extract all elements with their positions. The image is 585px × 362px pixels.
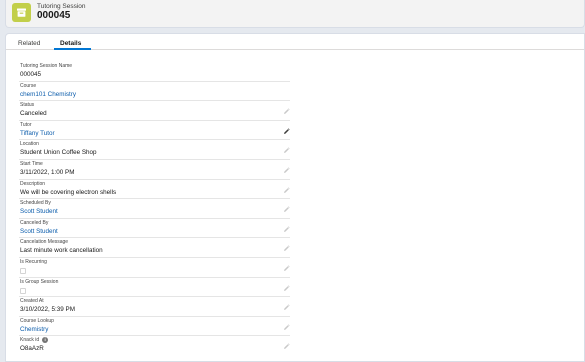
field-value-knack-id: O8aAzR: [20, 345, 44, 353]
edit-pencil-icon[interactable]: [283, 304, 290, 311]
field-value-cancelation-message: Last minute work cancellation: [20, 247, 103, 255]
info-icon[interactable]: i: [42, 337, 49, 344]
field-value-course[interactable]: chem101 Chemistry: [20, 91, 76, 98]
field-value-created-at: 3/10/2022, 5:39 PM: [20, 306, 75, 314]
field-tutor: Tutor Tiffany Tutor: [19, 121, 290, 141]
field-is-group-session: Is Group Session: [19, 278, 290, 298]
field-label-canceled-by: Canceled By: [20, 220, 48, 226]
field-value-description: We will be covering electron shells: [20, 188, 117, 196]
field-label-start-time: Start Time: [20, 161, 43, 167]
field-label-text: Is Group Session: [20, 278, 59, 285]
field-label-description: Description: [20, 181, 45, 187]
field-scheduled-by: Scheduled By Scott Student: [19, 199, 290, 219]
field-cancelation-message: Cancelation Message Last minute work canc…: [19, 238, 290, 258]
field-created-at: Created At 3/10/2022, 5:39 PM: [19, 297, 290, 317]
field-label-text: Scheduled By: [20, 200, 51, 207]
field-label-text: Tutor: [20, 121, 32, 128]
field-value-start-time: 3/11/2022, 1:00 PM: [20, 168, 75, 176]
field-label-text: Cancelation Message: [20, 239, 69, 246]
field-label-created-at: Created At: [20, 298, 44, 304]
field-start-time: Start Time 3/11/2022, 1:00 PM: [19, 160, 290, 180]
field-label-text: Course Lookup: [20, 317, 54, 324]
field-course-lookup: Course Lookup Chemistry: [19, 317, 290, 337]
field-label-text: Tutoring Session Name: [20, 63, 73, 69]
field-canceled-by: Canceled By Scott Student: [19, 219, 290, 239]
edit-pencil-icon[interactable]: [283, 206, 290, 213]
field-location: Location Student Union Coffee Shop: [19, 140, 290, 160]
field-value-tutor[interactable]: Tiffany Tutor: [20, 130, 55, 137]
active-tab-indicator: [54, 48, 91, 50]
field-label-text: Is Recurring: [20, 258, 47, 265]
edit-pencil-icon[interactable]: [283, 265, 290, 272]
tab-details[interactable]: Details: [60, 40, 81, 47]
field-course: Course chem101 Chemistry: [19, 82, 290, 102]
field-label-course: Course: [20, 83, 36, 89]
field-label-cancelation-message: Cancelation Message: [20, 239, 68, 245]
tab-bar: Related Details: [6, 34, 584, 50]
field-value-location: Student Union Coffee Shop: [20, 149, 97, 157]
tutoring-session-object-icon: [12, 3, 31, 22]
checkbox-is-recurring: [20, 267, 26, 274]
object-type-label: Tutoring Session: [37, 3, 86, 10]
field-label-course-lookup: Course Lookup: [20, 318, 54, 324]
field-label-text: Location: [20, 141, 39, 148]
field-value-tutoring-session-name: 000045: [20, 71, 42, 78]
field-status: Status Canceled: [19, 101, 290, 121]
field-knack-id: Knack id i O8aAzR: [19, 336, 290, 356]
field-description: Description We will be covering electron …: [19, 180, 290, 200]
field-label-text: Course: [20, 82, 37, 89]
details-field-list: Tutoring Session Name 000045 Course chem101…: [19, 62, 290, 356]
field-value-course-lookup[interactable]: Chemistry: [20, 326, 48, 333]
edit-pencil-icon[interactable]: [283, 147, 290, 154]
record-detail-card: Related Details Tutoring Session Name 000…: [5, 33, 585, 362]
field-label-text: Start Time: [20, 160, 43, 167]
edit-pencil-icon[interactable]: [283, 284, 290, 292]
edit-pencil-icon[interactable]: [283, 324, 290, 331]
tab-related[interactable]: Related: [18, 40, 40, 47]
field-value-canceled-by[interactable]: Scott Student: [20, 228, 58, 235]
record-header: Tutoring Session 000045: [5, 0, 585, 28]
field-value-scheduled-by[interactable]: Scott Student: [20, 208, 58, 215]
field-label-text: Status: [20, 102, 35, 109]
field-is-recurring: Is Recurring: [19, 258, 290, 278]
edit-pencil-icon[interactable]: [283, 128, 290, 135]
field-label-text: Description: [20, 180, 46, 187]
edit-pencil-icon[interactable]: [283, 167, 290, 174]
field-label-scheduled-by: Scheduled By: [20, 200, 51, 206]
edit-pencil-icon[interactable]: [283, 343, 290, 350]
edit-pencil-icon[interactable]: [283, 108, 290, 115]
edit-pencil-icon[interactable]: [283, 245, 290, 252]
field-value-status: Canceled: [20, 110, 47, 118]
app-frame: Tutoring Session 000045 Related Details …: [0, 0, 585, 362]
field-label-is-recurring: Is Recurring: [20, 259, 47, 265]
record-name: 000045: [37, 10, 71, 21]
field-label-location: Location: [20, 141, 39, 147]
field-label-text: Knack id: [20, 337, 40, 344]
field-label-is-group-session: Is Group Session: [20, 279, 58, 285]
field-label-tutoring-session-name: Tutoring Session Name: [20, 63, 72, 69]
field-label-text: Created At: [20, 298, 44, 305]
checkbox-is-group-session: [20, 287, 26, 294]
edit-pencil-icon[interactable]: [283, 186, 290, 194]
field-label-knack-id: Knack id i: [20, 337, 49, 344]
edit-pencil-icon[interactable]: [283, 226, 290, 233]
field-tutoring-session-name: Tutoring Session Name 000045: [19, 62, 290, 82]
field-label-tutor: Tutor: [20, 122, 31, 128]
field-label-text: Canceled By: [20, 219, 49, 226]
field-label-status: Status: [20, 102, 34, 108]
